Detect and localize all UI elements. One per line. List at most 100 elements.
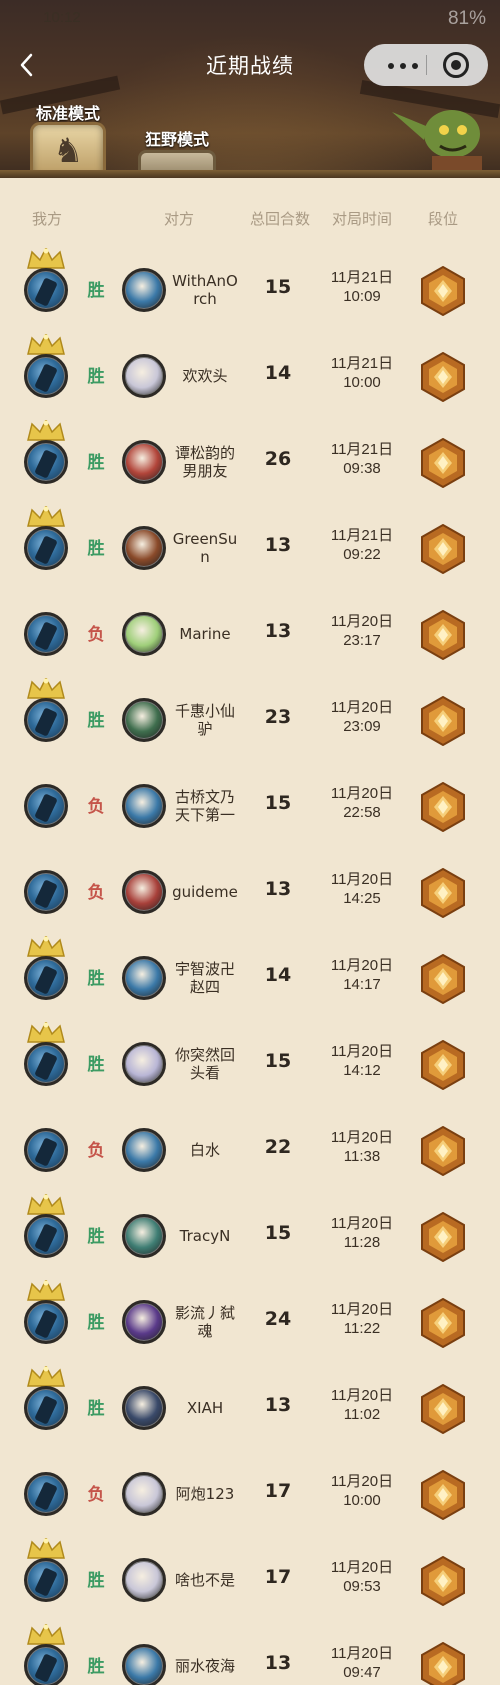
legend-rank-icon xyxy=(421,1470,465,1520)
total-turns: 24 xyxy=(264,1308,292,1330)
match-result: 胜 xyxy=(87,1571,105,1591)
legend-rank-icon xyxy=(421,954,465,1004)
my-hero-portrait xyxy=(24,1472,68,1516)
match-row[interactable]: 胜 千惠小仙驴 23 11月20日 23:09 xyxy=(0,676,500,762)
header-banner: 10:12 81% 近期战绩 标准模式 ♞ 狂野模式 xyxy=(0,0,500,178)
tab-label: 标准模式 xyxy=(35,104,100,123)
match-row[interactable]: 胜 影流丿弑魂 24 11月20日 11:22 xyxy=(0,1278,500,1364)
match-result: 胜 xyxy=(87,1399,105,1419)
opponent-hero-portrait xyxy=(122,526,166,570)
match-date: 11月20日 xyxy=(330,699,394,716)
match-result: 胜 xyxy=(87,1313,105,1333)
match-row[interactable]: 负 guideme 13 11月20日 14:25 xyxy=(0,848,500,934)
opponent-hero-portrait xyxy=(122,1386,166,1430)
match-clock: 09:22 xyxy=(343,546,381,563)
opponent-hero-portrait xyxy=(122,1472,166,1516)
total-turns: 17 xyxy=(264,1480,292,1502)
match-clock: 11:02 xyxy=(343,1406,381,1423)
total-turns: 26 xyxy=(264,448,292,470)
legend-rank-icon xyxy=(421,1040,465,1090)
total-turns: 13 xyxy=(264,620,292,642)
match-clock: 11:38 xyxy=(343,1148,381,1165)
match-time: 11月21日 10:00 xyxy=(318,354,406,392)
match-time: 11月20日 14:12 xyxy=(318,1042,406,1080)
opponent-name: 丽水夜海 xyxy=(174,1657,235,1675)
match-clock: 14:17 xyxy=(343,976,381,993)
match-clock: 23:09 xyxy=(343,718,381,735)
more-icon[interactable] xyxy=(388,63,418,69)
opponent-hero-portrait xyxy=(122,1214,166,1258)
match-time: 11月21日 09:38 xyxy=(318,440,406,478)
match-result: 胜 xyxy=(87,711,105,731)
opponent-hero-portrait xyxy=(122,268,166,312)
total-turns: 22 xyxy=(264,1136,292,1158)
match-time: 11月20日 11:38 xyxy=(318,1128,406,1166)
match-row[interactable]: 负 古桥文乃天下第一 15 11月20日 22:58 xyxy=(0,762,500,848)
opponent-name: 你突然回头看 xyxy=(174,1046,235,1082)
legend-rank-icon xyxy=(421,610,465,660)
match-time: 11月20日 09:53 xyxy=(318,1558,406,1596)
crown-icon xyxy=(27,936,65,957)
tab-standard-mode[interactable]: 标准模式 ♞ xyxy=(24,100,112,178)
match-date: 11月20日 xyxy=(330,1129,394,1146)
match-time: 11月20日 11:28 xyxy=(318,1214,406,1252)
match-date: 11月21日 xyxy=(330,355,394,372)
total-turns: 13 xyxy=(264,534,292,556)
match-row[interactable]: 胜 啥也不是 17 11月20日 09:53 xyxy=(0,1536,500,1622)
status-bar: 10:12 81% xyxy=(0,0,500,38)
my-hero-portrait xyxy=(24,1386,68,1430)
goblin-illustration xyxy=(392,110,482,178)
my-hero-portrait xyxy=(24,698,68,742)
match-row[interactable]: 胜 XIAH 13 11月20日 11:02 xyxy=(0,1364,500,1450)
my-hero-portrait xyxy=(24,440,68,484)
opponent-hero-portrait xyxy=(122,870,166,914)
legend-rank-icon xyxy=(421,868,465,918)
match-row[interactable]: 胜 WithAnOrch 15 11月21日 10:09 xyxy=(0,246,500,332)
crown-icon xyxy=(27,1538,65,1559)
match-row[interactable]: 胜 谭松韵的男朋友 26 11月21日 09:38 xyxy=(0,418,500,504)
my-hero-portrait xyxy=(24,1300,68,1344)
match-clock: 10:00 xyxy=(343,374,381,391)
match-result: 胜 xyxy=(87,1055,105,1075)
match-row[interactable]: 负 Marine 13 11月20日 23:17 xyxy=(0,590,500,676)
column-opponent: 对方 xyxy=(163,210,194,228)
crown-icon xyxy=(27,248,65,269)
match-row[interactable]: 胜 欢欢头 14 11月21日 10:00 xyxy=(0,332,500,418)
opponent-name: 千惠小仙驴 xyxy=(174,702,235,738)
match-clock: 23:17 xyxy=(343,632,381,649)
crown-icon xyxy=(27,420,65,441)
total-turns: 23 xyxy=(264,706,292,728)
opponent-hero-portrait xyxy=(122,1128,166,1172)
opponent-name: 古桥文乃天下第一 xyxy=(174,788,235,824)
match-result: 胜 xyxy=(87,1227,105,1247)
match-date: 11月20日 xyxy=(330,1559,394,1576)
legend-rank-icon xyxy=(421,782,465,832)
tab-wild-mode[interactable]: 狂野模式 xyxy=(130,126,224,178)
my-hero-portrait xyxy=(24,1644,68,1685)
my-hero-portrait xyxy=(24,870,68,914)
match-row[interactable]: 胜 TracyN 15 11月20日 11:28 xyxy=(0,1192,500,1278)
match-row[interactable]: 负 白水 22 11月20日 11:38 xyxy=(0,1106,500,1192)
legend-rank-icon xyxy=(421,266,465,316)
match-row[interactable]: 胜 你突然回头看 15 11月20日 14:12 xyxy=(0,1020,500,1106)
battery-level: 81% xyxy=(447,8,486,29)
total-turns: 14 xyxy=(264,362,292,384)
legend-rank-icon xyxy=(421,696,465,746)
close-icon[interactable] xyxy=(443,52,469,78)
legend-rank-icon xyxy=(421,1556,465,1606)
opponent-name: 宇智波卍赵四 xyxy=(174,960,235,996)
column-rank: 段位 xyxy=(427,210,458,228)
match-time: 11月20日 23:17 xyxy=(318,612,406,650)
my-hero-portrait xyxy=(24,956,68,1000)
match-row[interactable]: 胜 宇智波卍赵四 14 11月20日 14:17 xyxy=(0,934,500,1020)
match-clock: 10:00 xyxy=(343,1492,381,1509)
my-hero-portrait xyxy=(24,268,68,312)
opponent-name: 影流丿弑魂 xyxy=(174,1304,235,1340)
match-row[interactable]: 胜 丽水夜海 13 11月20日 09:47 xyxy=(0,1622,500,1685)
match-clock: 22:58 xyxy=(343,804,381,821)
column-time: 对局时间 xyxy=(331,210,392,228)
match-row[interactable]: 负 阿炮123 17 11月20日 10:00 xyxy=(0,1450,500,1536)
match-time: 11月20日 14:25 xyxy=(318,870,406,908)
match-row[interactable]: 胜 GreenSun 13 11月21日 09:22 xyxy=(0,504,500,590)
my-hero-portrait xyxy=(24,1558,68,1602)
